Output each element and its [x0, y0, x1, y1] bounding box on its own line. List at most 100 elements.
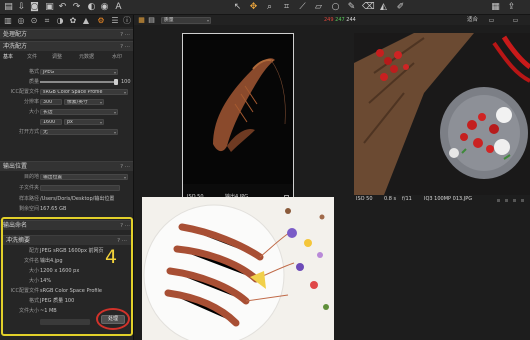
thumb2-dot-4	[521, 199, 524, 202]
redo-icon[interactable]: ↷	[71, 2, 82, 13]
browser-toolbar: ▦ ▤ 质量 ▾ 249 247 244 适合 ▭ ▭	[134, 15, 530, 25]
zoom-in-icon[interactable]: ▭	[510, 15, 521, 26]
text-tool-icon[interactable]: A	[113, 2, 124, 13]
viewer-icon[interactable]: ▣	[44, 2, 55, 13]
thumb2-dot-1	[497, 199, 500, 202]
icc-row: ICC配置文件 sRGB Color Space Profile ▾	[0, 88, 133, 96]
open-with-label: 打开方式	[18, 129, 39, 135]
thumb2-exposure: 0.8 s	[384, 196, 397, 202]
open-with-row: 打开方式 无 ▾	[0, 128, 133, 136]
thumbnail-prawn-plate[interactable]	[142, 197, 334, 340]
zoom-icon[interactable]: ⌕	[264, 2, 275, 13]
list-view-icon[interactable]: ▤	[146, 15, 157, 26]
adjust-icon[interactable]: ◉	[99, 2, 110, 13]
recipe-title: 冲洗配方	[3, 43, 28, 50]
sample-path-value: /Users/Doris/Desktop/输出位置	[40, 196, 115, 202]
zoom-out-icon[interactable]: ▭	[486, 15, 497, 26]
sample-path-row: 样本路径 /Users/Doris/Desktop/输出位置	[0, 195, 133, 203]
tomato-photo	[354, 33, 530, 195]
crop-icon[interactable]: ⌗	[281, 2, 292, 13]
subfolder-row: 子文件夹	[0, 184, 133, 192]
thumb2-aperture: f/11	[402, 196, 412, 202]
export-icon[interactable]: ⇪	[506, 2, 517, 13]
subfolder-input[interactable]	[40, 185, 120, 191]
metadata-tab-icon[interactable]: ⓘ	[122, 16, 132, 26]
size-mode-select[interactable]: 长边 ▾	[40, 109, 118, 115]
brush-icon[interactable]: ✎	[346, 2, 357, 13]
sample-path-label: 样本路径	[18, 196, 39, 202]
thumb2-filename: IQ3 100MP 013.JPG	[424, 196, 473, 202]
size-unit-select[interactable]: px ▾	[64, 119, 104, 125]
resolution-unit-select[interactable]: 像素/英寸 ▾	[64, 99, 104, 105]
main-toolbar: ▤ ⇩ ◙ ▣ ↶ ↷ ◐ ◉ A ↖ ✥ ⌕ ⌗ ⟋ ⏥ ○ ✎ ⌫ ◭ ✐ …	[0, 0, 530, 15]
fit-label[interactable]: 适合	[467, 17, 478, 24]
size-mode-row: 大小 长边 ▾	[0, 108, 133, 116]
output-location-title: 输出位置	[3, 163, 28, 170]
thumb2-dot-3	[513, 199, 516, 202]
open-with-select[interactable]: 无 ▾	[40, 129, 118, 135]
quality-slider-knob[interactable]	[114, 79, 118, 85]
color-tab-icon[interactable]: ✿	[68, 16, 78, 26]
free-space-label: 剩余空间	[18, 206, 39, 212]
tool-tabs: ▥ ◎ ⊙ ⌗ ◑ ✿ ▲ ⚙ ☰ ⓘ	[0, 15, 133, 27]
library-tab-icon[interactable]: ▥	[3, 16, 13, 26]
quality-slider[interactable]	[40, 79, 118, 85]
process-recipe-controls[interactable]: ? ···	[120, 30, 130, 40]
size-label: 大小	[28, 109, 39, 115]
composition-tab-icon[interactable]: ⌗	[42, 16, 52, 26]
pan-icon[interactable]: ✥	[248, 2, 259, 13]
subtab-basic[interactable]: 基本	[3, 53, 13, 61]
icc-label: ICC配置文件	[10, 89, 39, 95]
thumb2-iso: ISO 50	[356, 196, 373, 202]
color-icon[interactable]: ◐	[86, 2, 97, 13]
output-tab-icon[interactable]: ⚙	[96, 16, 106, 26]
eraser-icon[interactable]: ⌫	[362, 2, 375, 13]
thumbnail-tomatoes[interactable]: ISO 50 0.8 s f/11 IQ3 100MP 013.JPG	[354, 33, 530, 213]
lens-tab-icon[interactable]: ⊙	[29, 16, 39, 26]
output-location-header[interactable]: 输出位置 ? ···	[0, 161, 133, 172]
size-value-row: 1600 px ▾	[0, 118, 133, 126]
resolution-input[interactable]: 300	[40, 99, 62, 105]
recipe-header[interactable]: 冲洗配方 ? ···	[0, 41, 133, 52]
exposure-tab-icon[interactable]: ◑	[55, 16, 65, 26]
undo-icon[interactable]: ↶	[57, 2, 68, 13]
format-select[interactable]: JPEG ▾	[40, 69, 118, 75]
straighten-icon[interactable]: ⟋	[297, 2, 308, 13]
icc-select[interactable]: sRGB Color Space Profile ▾	[40, 89, 128, 95]
adjustments-tab-icon[interactable]: ☰	[110, 16, 120, 26]
gradient-icon[interactable]: ◭	[378, 2, 389, 13]
subtab-watermark[interactable]: 水印	[112, 53, 122, 61]
circle-icon[interactable]: ○	[330, 2, 341, 13]
summary-progress-field	[40, 319, 90, 325]
image-browser: ▦ ▤ 质量▾ 249 247 244 适合 ▭ ▭ ISO 50 输出4.JP…	[134, 15, 530, 340]
picker-icon[interactable]: ✐	[395, 2, 406, 13]
subtab-adjust[interactable]: 调整	[52, 53, 62, 61]
prawn-dark-photo	[183, 34, 293, 206]
recipe-controls[interactable]: ? ···	[120, 42, 130, 52]
thumb2-dot-2	[505, 199, 508, 202]
output-location-controls[interactable]: ? ···	[120, 162, 130, 172]
quality-row: 质量 100	[0, 78, 133, 86]
free-space-value: 167.65 GB	[40, 206, 67, 212]
details-tab-icon[interactable]: ▲	[81, 16, 91, 26]
capture-tab-icon[interactable]: ◎	[16, 16, 26, 26]
camera-icon[interactable]: ◙	[29, 2, 40, 13]
size-value-input[interactable]: 1600	[40, 119, 62, 125]
format-row: 格式 JPEG ▾	[0, 68, 133, 76]
thumbnail-selected[interactable]: ISO 50 输出4.JPG	[182, 33, 294, 207]
cursor-icon[interactable]: ↖	[232, 2, 243, 13]
sort-select[interactable]: 质量 ▾	[161, 17, 211, 24]
subtab-metadata[interactable]: 元数据	[79, 53, 94, 61]
format-label: 格式	[28, 69, 39, 75]
subfolder-label: 子文件夹	[18, 185, 39, 191]
destination-select[interactable]: 输出位置 ▾	[40, 174, 128, 180]
grid-icon[interactable]: ▦	[490, 2, 501, 13]
subtab-file[interactable]: 文件	[27, 53, 37, 61]
counter-green: 247	[335, 17, 345, 23]
destination-label: 目的地	[23, 174, 39, 180]
import-icon[interactable]: ⇩	[16, 2, 27, 13]
process-recipe-header[interactable]: 处理配方 ? ···	[0, 29, 133, 40]
folder-icon[interactable]: ▤	[3, 2, 14, 13]
process-recipe-title: 处理配方	[3, 31, 28, 38]
keystone-icon[interactable]: ⏥	[313, 2, 324, 13]
